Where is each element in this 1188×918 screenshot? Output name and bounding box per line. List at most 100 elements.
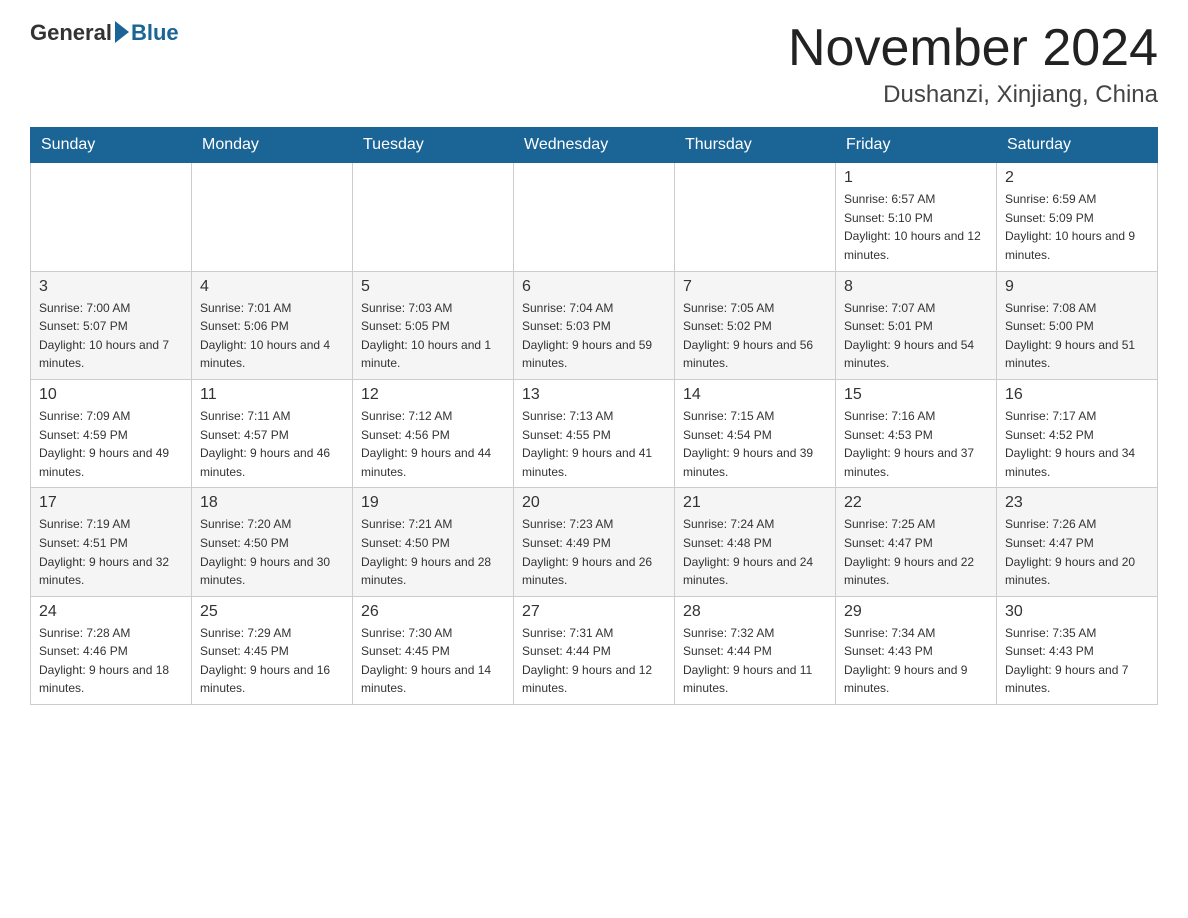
calendar-cell: 15 Sunrise: 7:16 AMSunset: 4:53 PMDayligh…	[836, 379, 997, 487]
weekday-header-row: SundayMondayTuesdayWednesdayThursdayFrid…	[31, 128, 1158, 163]
weekday-header: Wednesday	[514, 128, 675, 163]
day-number: 14	[683, 386, 827, 404]
calendar-week-row: 10Sunrise: 7:09 AMSunset: 4:59 PMDayligh…	[31, 379, 1158, 487]
weekday-header: Monday	[192, 128, 353, 163]
day-number: 10	[39, 386, 183, 404]
day-number: 30	[1005, 603, 1149, 621]
calendar-cell: 28 Sunrise: 7:32 AMSunset: 4:44 PMDayligh…	[675, 596, 836, 704]
day-number: 26	[361, 603, 505, 621]
weekday-header: Friday	[836, 128, 997, 163]
day-number: 5	[361, 278, 505, 296]
calendar-week-row: 24 Sunrise: 7:28 AMSunset: 4:46 PMDayligh…	[31, 596, 1158, 704]
day-number: 1	[844, 169, 988, 187]
calendar-cell	[192, 163, 353, 271]
day-number: 13	[522, 386, 666, 404]
calendar-cell: 30Sunrise: 7:35 AMSunset: 4:43 PMDayligh…	[997, 596, 1158, 704]
day-number: 28	[683, 603, 827, 621]
calendar-cell: 20 Sunrise: 7:23 AMSunset: 4:49 PMDayligh…	[514, 488, 675, 596]
calendar-cell: 24 Sunrise: 7:28 AMSunset: 4:46 PMDayligh…	[31, 596, 192, 704]
day-info: Sunrise: 7:13 AMSunset: 4:55 PMDaylight:…	[522, 407, 666, 481]
day-number: 27	[522, 603, 666, 621]
day-number: 2	[1005, 169, 1149, 187]
day-info: Sunrise: 7:23 AMSunset: 4:49 PMDaylight:…	[522, 515, 666, 589]
calendar-cell: 19Sunrise: 7:21 AMSunset: 4:50 PMDayligh…	[353, 488, 514, 596]
calendar-cell: 2Sunrise: 6:59 AMSunset: 5:09 PMDaylight…	[997, 163, 1158, 271]
calendar-cell: 1 Sunrise: 6:57 AMSunset: 5:10 PMDaylight…	[836, 163, 997, 271]
day-info: Sunrise: 7:24 AMSunset: 4:48 PMDaylight:…	[683, 515, 827, 589]
day-number: 9	[1005, 278, 1149, 296]
day-number: 21	[683, 494, 827, 512]
calendar-cell: 8Sunrise: 7:07 AMSunset: 5:01 PMDaylight…	[836, 271, 997, 379]
calendar-cell: 16 Sunrise: 7:17 AMSunset: 4:52 PMDayligh…	[997, 379, 1158, 487]
day-number: 17	[39, 494, 183, 512]
day-number: 3	[39, 278, 183, 296]
day-number: 7	[683, 278, 827, 296]
calendar-week-row: 3 Sunrise: 7:00 AMSunset: 5:07 PMDaylight…	[31, 271, 1158, 379]
day-info: Sunrise: 7:15 AMSunset: 4:54 PMDaylight:…	[683, 407, 827, 481]
page-header: General Blue November 2024 Dushanzi, Xin…	[30, 20, 1158, 109]
day-info: Sunrise: 7:07 AMSunset: 5:01 PMDaylight:…	[844, 299, 988, 373]
weekday-header: Thursday	[675, 128, 836, 163]
calendar-cell: 14 Sunrise: 7:15 AMSunset: 4:54 PMDayligh…	[675, 379, 836, 487]
day-number: 25	[200, 603, 344, 621]
calendar-cell: 18 Sunrise: 7:20 AMSunset: 4:50 PMDayligh…	[192, 488, 353, 596]
day-info: Sunrise: 7:26 AMSunset: 4:47 PMDaylight:…	[1005, 515, 1149, 589]
calendar-week-row: 1 Sunrise: 6:57 AMSunset: 5:10 PMDaylight…	[31, 163, 1158, 271]
day-info: Sunrise: 7:20 AMSunset: 4:50 PMDaylight:…	[200, 515, 344, 589]
day-info: Sunrise: 7:08 AMSunset: 5:00 PMDaylight:…	[1005, 299, 1149, 373]
day-info: Sunrise: 7:32 AMSunset: 4:44 PMDaylight:…	[683, 624, 827, 698]
day-info: Sunrise: 7:25 AMSunset: 4:47 PMDaylight:…	[844, 515, 988, 589]
title-block: November 2024 Dushanzi, Xinjiang, China	[788, 20, 1158, 109]
calendar-table: SundayMondayTuesdayWednesdayThursdayFrid…	[30, 127, 1158, 705]
day-info: Sunrise: 7:04 AMSunset: 5:03 PMDaylight:…	[522, 299, 666, 373]
day-number: 15	[844, 386, 988, 404]
day-number: 29	[844, 603, 988, 621]
weekday-header: Tuesday	[353, 128, 514, 163]
day-info: Sunrise: 7:03 AMSunset: 5:05 PMDaylight:…	[361, 299, 505, 373]
day-info: Sunrise: 7:11 AMSunset: 4:57 PMDaylight:…	[200, 407, 344, 481]
day-info: Sunrise: 7:16 AMSunset: 4:53 PMDaylight:…	[844, 407, 988, 481]
calendar-cell	[514, 163, 675, 271]
logo-triangle-icon	[115, 21, 129, 43]
day-info: Sunrise: 7:34 AMSunset: 4:43 PMDaylight:…	[844, 624, 988, 698]
day-info: Sunrise: 7:17 AMSunset: 4:52 PMDaylight:…	[1005, 407, 1149, 481]
day-number: 22	[844, 494, 988, 512]
calendar-cell: 12 Sunrise: 7:12 AMSunset: 4:56 PMDayligh…	[353, 379, 514, 487]
calendar-cell: 9 Sunrise: 7:08 AMSunset: 5:00 PMDaylight…	[997, 271, 1158, 379]
day-info: Sunrise: 7:00 AMSunset: 5:07 PMDaylight:…	[39, 299, 183, 373]
calendar-cell: 3 Sunrise: 7:00 AMSunset: 5:07 PMDaylight…	[31, 271, 192, 379]
calendar-cell: 22 Sunrise: 7:25 AMSunset: 4:47 PMDayligh…	[836, 488, 997, 596]
calendar-cell: 17Sunrise: 7:19 AMSunset: 4:51 PMDayligh…	[31, 488, 192, 596]
calendar-cell	[675, 163, 836, 271]
calendar-cell: 7 Sunrise: 7:05 AMSunset: 5:02 PMDaylight…	[675, 271, 836, 379]
calendar-cell: 10Sunrise: 7:09 AMSunset: 4:59 PMDayligh…	[31, 379, 192, 487]
day-number: 12	[361, 386, 505, 404]
location-title: Dushanzi, Xinjiang, China	[788, 81, 1158, 109]
day-info: Sunrise: 7:31 AMSunset: 4:44 PMDaylight:…	[522, 624, 666, 698]
calendar-cell: 6Sunrise: 7:04 AMSunset: 5:03 PMDaylight…	[514, 271, 675, 379]
day-number: 23	[1005, 494, 1149, 512]
calendar-cell: 25Sunrise: 7:29 AMSunset: 4:45 PMDayligh…	[192, 596, 353, 704]
day-number: 18	[200, 494, 344, 512]
calendar-cell: 27 Sunrise: 7:31 AMSunset: 4:44 PMDayligh…	[514, 596, 675, 704]
calendar-cell: 29 Sunrise: 7:34 AMSunset: 4:43 PMDayligh…	[836, 596, 997, 704]
calendar-cell: 4Sunrise: 7:01 AMSunset: 5:06 PMDaylight…	[192, 271, 353, 379]
calendar-cell: 11Sunrise: 7:11 AMSunset: 4:57 PMDayligh…	[192, 379, 353, 487]
day-info: Sunrise: 7:21 AMSunset: 4:50 PMDaylight:…	[361, 515, 505, 589]
day-info: Sunrise: 7:28 AMSunset: 4:46 PMDaylight:…	[39, 624, 183, 698]
logo: General Blue	[30, 20, 179, 46]
day-number: 16	[1005, 386, 1149, 404]
day-info: Sunrise: 7:05 AMSunset: 5:02 PMDaylight:…	[683, 299, 827, 373]
day-number: 20	[522, 494, 666, 512]
calendar-cell: 21 Sunrise: 7:24 AMSunset: 4:48 PMDayligh…	[675, 488, 836, 596]
logo-blue-text: Blue	[131, 20, 179, 46]
logo-general-text: General	[30, 20, 112, 46]
day-number: 24	[39, 603, 183, 621]
day-info: Sunrise: 7:30 AMSunset: 4:45 PMDaylight:…	[361, 624, 505, 698]
day-info: Sunrise: 6:57 AMSunset: 5:10 PMDaylight:…	[844, 190, 988, 264]
calendar-week-row: 17Sunrise: 7:19 AMSunset: 4:51 PMDayligh…	[31, 488, 1158, 596]
calendar-cell: 5 Sunrise: 7:03 AMSunset: 5:05 PMDaylight…	[353, 271, 514, 379]
day-info: Sunrise: 7:12 AMSunset: 4:56 PMDaylight:…	[361, 407, 505, 481]
calendar-cell	[31, 163, 192, 271]
weekday-header: Sunday	[31, 128, 192, 163]
